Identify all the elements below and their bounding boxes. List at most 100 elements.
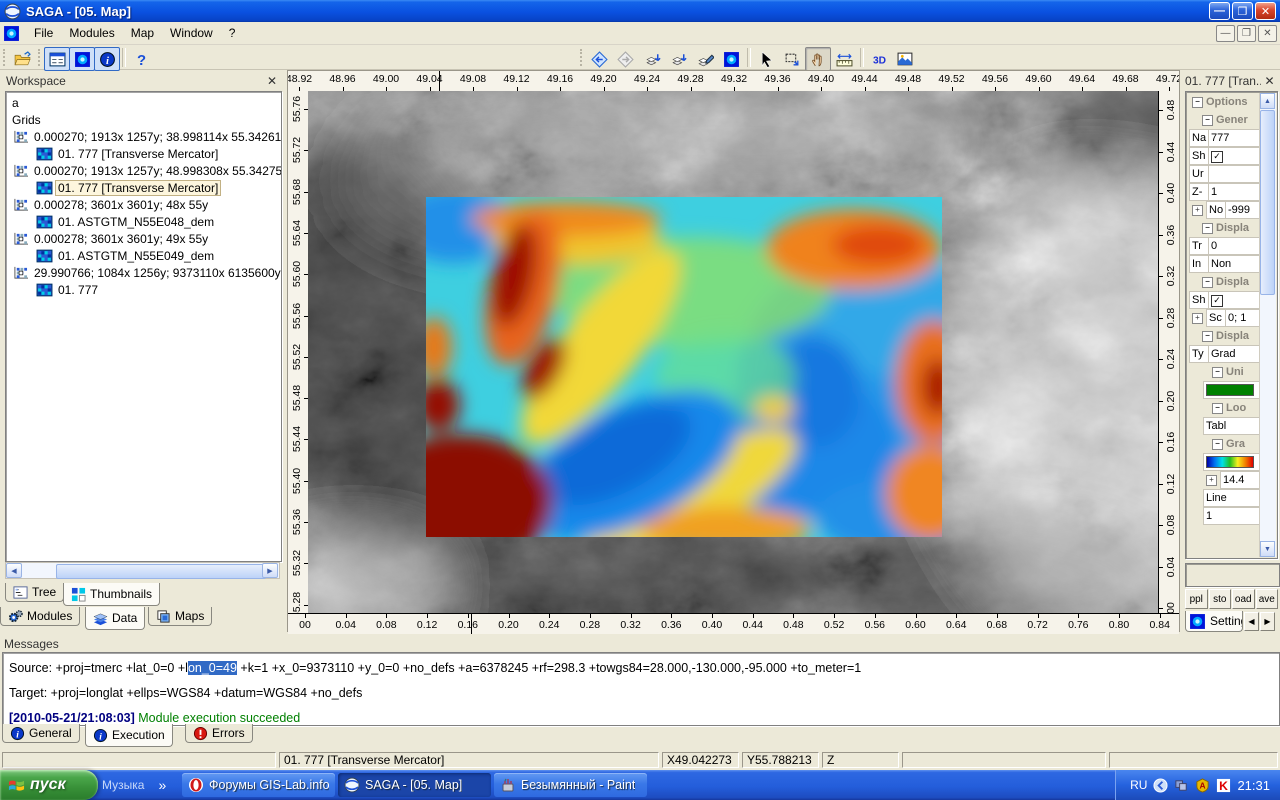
- checkbox-checked[interactable]: ✓: [1211, 295, 1223, 307]
- open-button[interactable]: [9, 47, 35, 71]
- tray-app-icon[interactable]: [1174, 778, 1189, 793]
- tree-item[interactable]: a: [6, 94, 281, 111]
- tree-item[interactable]: 0.000278; 3601x 3601y; 49x 55y: [6, 230, 281, 247]
- collapse-icon[interactable]: −: [1212, 403, 1223, 414]
- toolbar-musyka-label[interactable]: Музыка: [102, 778, 144, 792]
- taskbar-button-saga[interactable]: SAGA - [05. Map]: [338, 773, 491, 797]
- scroll-right-icon[interactable]: ▶: [262, 563, 278, 578]
- tree-item[interactable]: 01. ASTGTM_N55E049_dem: [6, 247, 281, 264]
- tab-tree[interactable]: Tree: [5, 583, 64, 602]
- show-messages-button[interactable]: i: [94, 47, 120, 71]
- restore-button[interactable]: ❐: [1232, 2, 1253, 20]
- options-row[interactable]: Sh✓: [1187, 147, 1261, 165]
- options-section[interactable]: −Gra: [1187, 435, 1261, 453]
- save-button[interactable]: ave: [1256, 589, 1279, 609]
- zoom-tool-button[interactable]: [779, 47, 805, 71]
- save-as-image-button[interactable]: [892, 47, 918, 71]
- tab-maps[interactable]: Maps: [148, 607, 212, 626]
- minimize-button[interactable]: —: [1209, 2, 1230, 20]
- fit-layers-button[interactable]: [666, 47, 692, 71]
- options-row[interactable]: 1: [1187, 507, 1261, 525]
- show-object-button[interactable]: [69, 47, 95, 71]
- mdi-restore-button[interactable]: ❐: [1237, 25, 1256, 42]
- expand-icon[interactable]: +: [1206, 475, 1217, 486]
- close-button[interactable]: ✕: [1255, 2, 1276, 20]
- edit-layers-button[interactable]: [692, 47, 718, 71]
- zoom-forward-button[interactable]: [612, 47, 638, 71]
- scrollbar-thumb[interactable]: [56, 564, 266, 579]
- tree-item[interactable]: 0.000270; 1913x 1257y; 38.998114x 55.342…: [6, 128, 281, 145]
- options-section[interactable]: −Displa: [1187, 219, 1261, 237]
- options-row[interactable]: +14.4: [1187, 471, 1261, 489]
- option-value[interactable]: Line: [1203, 489, 1261, 507]
- tab-general[interactable]: i General: [2, 724, 80, 743]
- collapse-icon[interactable]: −: [1212, 367, 1223, 378]
- tree-item[interactable]: 0.000278; 3601x 3601y; 48x 55y: [6, 196, 281, 213]
- menu-item-q[interactable]: ?: [221, 23, 244, 43]
- options-row[interactable]: Line: [1187, 489, 1261, 507]
- mdi-close-button[interactable]: ✕: [1258, 25, 1277, 42]
- option-value[interactable]: [1203, 381, 1261, 399]
- options-section[interactable]: −Options: [1187, 93, 1261, 111]
- options-section[interactable]: −Loo: [1187, 399, 1261, 417]
- options-row[interactable]: Na777: [1187, 129, 1261, 147]
- option-value[interactable]: 0; 1: [1225, 309, 1261, 327]
- pointer-tool-button[interactable]: [753, 47, 779, 71]
- taskbar-button-opera[interactable]: Форумы GIS-Lab.info...: [182, 773, 335, 797]
- collapse-icon[interactable]: −: [1202, 331, 1213, 342]
- option-value[interactable]: 1: [1208, 183, 1261, 201]
- options-row[interactable]: [1187, 453, 1261, 471]
- taskbar-button-paint[interactable]: Безымянный - Paint: [494, 773, 647, 797]
- map-canvas[interactable]: [308, 91, 1158, 613]
- tree-item[interactable]: 01. 777 [Transverse Mercator]: [6, 179, 281, 196]
- map-document-icon[interactable]: [3, 25, 20, 42]
- tree-item[interactable]: 01. 777 [Transverse Mercator]: [6, 145, 281, 162]
- workspace-horizontal-scrollbar[interactable]: ◀ ▶: [5, 562, 280, 579]
- options-row[interactable]: InNon: [1187, 255, 1261, 273]
- messages-log[interactable]: Source: +proj=tmerc +lat_0=0 +lon_0=49 +…: [2, 652, 1280, 726]
- option-value[interactable]: [1208, 165, 1261, 183]
- menu-item-map[interactable]: Map: [123, 23, 162, 43]
- gradient-swatch[interactable]: [1206, 456, 1254, 468]
- show-workspace-button[interactable]: [44, 47, 70, 71]
- option-value[interactable]: Non: [1208, 255, 1261, 273]
- menu-item-window[interactable]: Window: [162, 23, 221, 43]
- collapse-icon[interactable]: −: [1192, 97, 1203, 108]
- view-3d-button[interactable]: 3D: [866, 47, 892, 71]
- help-button[interactable]: ?: [128, 47, 154, 71]
- tab-execution[interactable]: i Execution: [85, 724, 173, 747]
- mdi-minimize-button[interactable]: —: [1216, 25, 1235, 42]
- start-button[interactable]: пуск: [0, 770, 98, 800]
- tab-settings[interactable]: Settings: [1185, 611, 1243, 632]
- zoom-back-button[interactable]: [586, 47, 612, 71]
- menu-item-modules[interactable]: Modules: [61, 23, 122, 43]
- tree-item[interactable]: Grids: [6, 111, 281, 128]
- option-value[interactable]: -999: [1225, 201, 1261, 219]
- tray-antivirus-icon[interactable]: A: [1195, 778, 1210, 793]
- menu-item-file[interactable]: File: [26, 23, 61, 43]
- options-row[interactable]: [1187, 381, 1261, 399]
- option-value[interactable]: ✓: [1208, 147, 1261, 165]
- workspace-close-icon[interactable]: ✕: [263, 72, 281, 89]
- option-value[interactable]: 14.4: [1220, 471, 1261, 489]
- synchronise-layers-button[interactable]: [640, 47, 666, 71]
- tray-kaspersky-icon[interactable]: K: [1216, 778, 1231, 793]
- language-indicator[interactable]: RU: [1130, 778, 1147, 792]
- scroll-up-icon[interactable]: ▲: [1260, 93, 1275, 109]
- collapse-icon[interactable]: −: [1202, 115, 1213, 126]
- options-row[interactable]: +Sc0; 1: [1187, 309, 1261, 327]
- options-section[interactable]: −Displa: [1187, 273, 1261, 291]
- tree-item[interactable]: 29.990766; 1084x 1256y; 9373110x 6135600…: [6, 264, 281, 281]
- options-row[interactable]: TyGrad: [1187, 345, 1261, 363]
- option-value[interactable]: Grad: [1208, 345, 1261, 363]
- tab-data[interactable]: Data: [85, 607, 145, 630]
- options-row[interactable]: Tr0: [1187, 237, 1261, 255]
- tabs-scroll-left-icon[interactable]: ◀: [1244, 612, 1259, 631]
- color-swatch[interactable]: [1206, 384, 1254, 396]
- tab-errors[interactable]: Errors: [185, 724, 253, 743]
- options-row[interactable]: Z-1: [1187, 183, 1261, 201]
- restore-button[interactable]: sto: [1209, 589, 1232, 609]
- show-map-button[interactable]: [718, 47, 744, 71]
- option-value[interactable]: ✓: [1208, 291, 1261, 309]
- option-value[interactable]: 777: [1208, 129, 1261, 147]
